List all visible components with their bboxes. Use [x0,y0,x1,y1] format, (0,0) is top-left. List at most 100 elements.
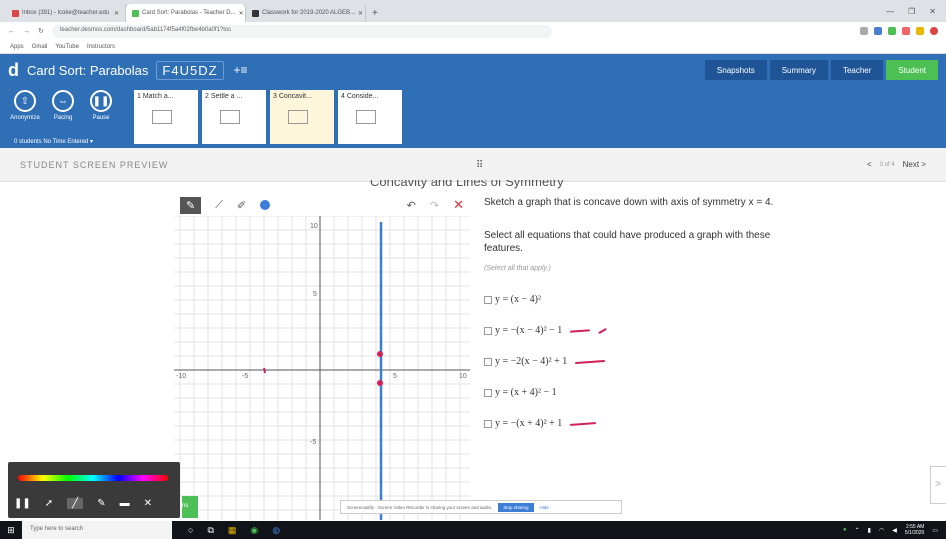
app-icon[interactable]: ◍ [272,525,280,536]
next-screen-button[interactable]: Next > [903,160,926,169]
tab-teacher[interactable]: Teacher [830,60,884,80]
close-tab-icon[interactable]: ✕ [239,10,244,17]
close-window-icon[interactable]: ✕ [929,7,936,16]
screen-cards: 1 Match a... 2 Settle a ... 3 Concavit..… [134,90,402,144]
checkbox[interactable] [484,326,492,335]
chrome-icon[interactable]: ◉ [250,525,258,536]
desmos-logo[interactable]: d [8,60,19,81]
pointer-icon[interactable]: ➚ [45,498,53,509]
browser-tab-gmail[interactable]: Inbox (391) - lcoke@teacher.edu ✕ [6,4,126,22]
file-explorer-icon[interactable]: ▦ [228,525,237,536]
checkbox[interactable] [484,388,492,397]
reload-icon[interactable]: ↻ [38,27,44,35]
hide-notice-button[interactable]: Hide [540,505,549,510]
clock[interactable]: 2:55 AM 5/1/2020 [905,524,924,536]
maximize-icon[interactable]: ❐ [908,7,915,16]
windows-taskbar: ⊞ Type here to search ○ ⧉ ▦ ◉ ◍ ● ⌃ ▮ ◠ … [0,521,946,539]
task-view-icon[interactable]: ⧉ [207,525,213,536]
side-expand-button[interactable]: > [930,466,946,504]
tab-title: Inbox (391) - lcoke@teacher.edu [22,10,110,16]
notifications-icon[interactable]: ▭ [932,527,938,534]
cortana-icon[interactable]: ○ [188,525,193,536]
battery-icon[interactable]: ▮ [868,527,871,534]
screen-card-2[interactable]: 2 Settle a ... [202,90,266,144]
class-code[interactable]: F4U5DZ [156,60,224,80]
x-tick-label: -10 [176,373,186,380]
forward-icon[interactable]: → [23,28,30,35]
close-annotation-icon[interactable]: ✕ [144,498,152,509]
prev-screen-button[interactable]: < [867,160,872,169]
checkbox[interactable] [484,357,492,366]
taskbar-search-input[interactable]: Type here to search [22,521,172,539]
eraser-tool-icon[interactable]: ✐ [237,199,246,212]
choice-option-4[interactable]: y = (x + 4)² − 1 [484,377,784,408]
undo-icon[interactable]: ↶ [407,199,416,212]
bookmark-apps[interactable]: Apps [10,44,24,50]
annotation-stroke [570,421,597,426]
invite-students-icon[interactable]: +≡ [234,63,248,77]
browser-tab-desmos[interactable]: Card Sort: Parabolas - Teacher D... ✕ [126,4,246,22]
tab-summary[interactable]: Summary [769,60,828,80]
choice-text: y = (x − 4)² [495,294,541,305]
start-icon[interactable]: ⊞ [0,525,22,536]
bookmark-youtube[interactable]: YouTube [55,44,79,50]
bookmarks-bar: Apps Gmail YouTube Instructors [0,40,946,54]
y-tick-label: 5 [313,291,317,298]
pace-info[interactable]: 0 students No Time Entered ▾ [14,138,93,145]
x-tick-label: 5 [393,373,397,380]
highlighter-icon[interactable]: ✎ [97,498,105,509]
system-tray: ● ⌃ ▮ ◠ ◀ 2:55 AM 5/1/2020 ▭ [843,524,946,536]
tab-snapshots[interactable]: Snapshots [704,60,767,80]
volume-icon[interactable]: ◀ [892,527,897,534]
tab-title: Classwork for 2019-2020 ALGEB... [262,10,356,16]
choice-option-1[interactable]: y = (x − 4)² [484,284,784,315]
tab-student[interactable]: Student [886,60,938,80]
checkbox[interactable] [484,295,492,304]
extension-icon[interactable] [902,27,910,35]
extension-icon[interactable] [916,27,924,35]
minimize-icon[interactable]: — [886,7,894,16]
close-tab-icon[interactable]: ✕ [114,10,119,17]
screen-card-3[interactable]: 3 Concavit... [270,90,334,144]
tray-app-icon[interactable]: ● [843,527,847,533]
screen-card-4[interactable]: 4 Conside... [338,90,402,144]
stop-sharing-button[interactable]: Stop sharing [498,502,534,512]
green-partial-button[interactable]: ns [182,496,198,518]
wifi-icon[interactable]: ◠ [879,527,884,534]
pause-button[interactable]: ❚❚ Pause [86,90,116,144]
url-field[interactable]: teacher.desmos.com/dashboard/5ab1174f5a4… [51,24,552,38]
pacing-button[interactable]: ⇔ Pacing [48,90,78,144]
drag-handle-icon[interactable]: ⠿ [476,160,484,171]
color-spectrum-slider[interactable] [18,475,168,481]
close-tab-icon[interactable]: ✕ [358,10,363,17]
redo-icon[interactable]: ↷ [430,199,439,212]
color-picker-icon[interactable] [260,200,271,210]
browser-tab-classroom[interactable]: Classwork for 2019-2020 ALGEB... ✕ [246,4,366,22]
sketch-point [377,351,383,357]
bookmark-gmail[interactable]: Gmail [32,44,48,50]
back-icon[interactable]: ← [8,28,15,35]
checkbox[interactable] [484,419,492,428]
card-label: 1 Match a... [137,93,174,100]
line-tool-icon[interactable]: ⟋ [215,199,223,212]
pause-annotation-icon[interactable]: ❚❚ [14,498,31,509]
screen-card-1[interactable]: 1 Match a... [134,90,198,144]
star-icon[interactable] [860,27,868,35]
rectangle-icon[interactable]: ▬ [120,498,130,509]
pen-icon[interactable]: ╱ [67,498,84,509]
profile-avatar-icon[interactable] [930,27,938,35]
tray-chevron-icon[interactable]: ⌃ [855,527,860,534]
sketch-graph[interactable]: -10 -5 5 10 10 5 -5 [174,216,470,520]
bookmark-instructors[interactable]: Instructors [87,44,115,50]
choice-option-2[interactable]: y = −(x − 4)² − 1 [484,315,784,346]
extension-icon[interactable] [874,27,882,35]
anonymize-button[interactable]: ⇧ Anonymize [10,90,40,144]
clear-sketch-icon[interactable]: ✕ [453,197,464,213]
extension-icon[interactable] [888,27,896,35]
new-tab-button[interactable]: + [366,8,384,22]
y-tick-label: -5 [310,439,316,446]
card-label: 2 Settle a ... [205,93,243,100]
choice-option-3[interactable]: y = −2(x − 4)² + 1 [484,346,784,377]
choice-option-5[interactable]: y = −(x + 4)² + 1 [484,408,784,439]
pencil-tool-icon[interactable]: ✎ [180,196,202,214]
